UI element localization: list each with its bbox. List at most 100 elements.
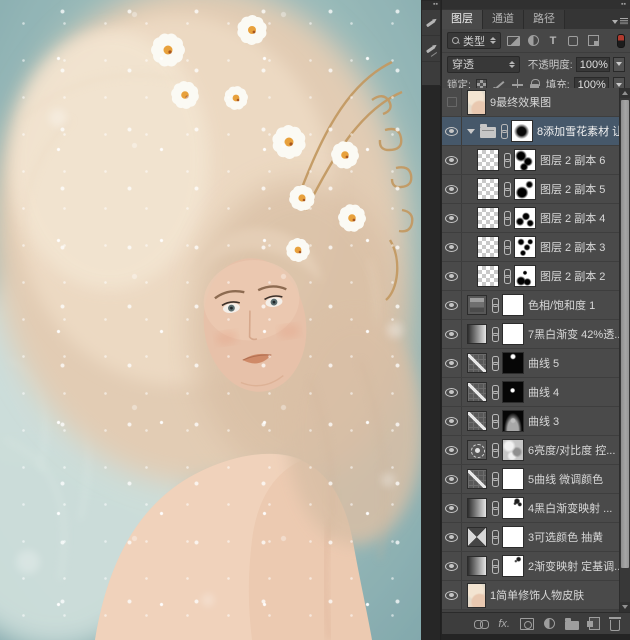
adjustment-layer-filter-icon[interactable] xyxy=(525,33,541,49)
brush-presets-icon[interactable] xyxy=(422,10,440,36)
layer-thumbnail[interactable] xyxy=(467,498,487,518)
mask-link-icon[interactable] xyxy=(491,443,498,457)
scrollbar-thumb[interactable] xyxy=(621,100,629,568)
layer-name[interactable]: 9最终效果图 xyxy=(490,94,551,110)
filter-type-dropdown[interactable]: 类型 xyxy=(447,32,501,49)
shape-layer-filter-icon[interactable] xyxy=(565,33,581,49)
layer-name[interactable]: 图层 2 副本 3 xyxy=(540,239,605,255)
layer-row[interactable]: 5曲线 微调颜色 xyxy=(442,465,630,494)
brush-settings-icon[interactable] xyxy=(422,36,440,62)
visibility-toggle[interactable] xyxy=(442,494,462,522)
layer-name[interactable]: 图层 2 副本 4 xyxy=(540,210,605,226)
layer-thumbnail[interactable] xyxy=(467,324,487,344)
layer-thumbnail[interactable] xyxy=(467,382,487,402)
blend-mode-dropdown[interactable]: 穿透 xyxy=(447,56,520,73)
layer-mask-thumbnail[interactable] xyxy=(502,323,524,345)
layer-mask-thumbnail[interactable] xyxy=(502,294,524,316)
opacity-value[interactable]: 100% xyxy=(576,57,611,72)
layer-mask-thumbnail[interactable] xyxy=(514,178,536,200)
mask-link-icon[interactable] xyxy=(491,298,498,312)
layer-name[interactable]: 4黑白渐变映射 ... xyxy=(528,500,612,516)
layer-thumbnail[interactable] xyxy=(480,127,496,138)
link-layers-icon[interactable] xyxy=(474,616,488,632)
layer-name[interactable]: 2渐变映射 定基调... xyxy=(528,558,623,574)
layer-thumbnail[interactable] xyxy=(467,556,487,576)
layer-row[interactable]: 2渐变映射 定基调... xyxy=(442,552,630,581)
pixel-layer-filter-icon[interactable] xyxy=(505,33,521,49)
layer-thumbnail[interactable] xyxy=(477,207,499,229)
visibility-toggle[interactable] xyxy=(442,349,462,377)
mask-link-icon[interactable] xyxy=(491,559,498,573)
layer-row[interactable]: 曲线 5 xyxy=(442,349,630,378)
layer-name[interactable]: 曲线 4 xyxy=(528,384,559,400)
tab-channels[interactable]: 通道 xyxy=(483,10,524,29)
layer-mask-thumbnail[interactable] xyxy=(511,120,533,142)
dock-collapse-button[interactable]: ▪▪ xyxy=(621,1,626,8)
layer-name[interactable]: 图层 2 副本 5 xyxy=(540,181,605,197)
delete-layer-icon[interactable] xyxy=(610,616,620,632)
layer-thumbnail[interactable] xyxy=(467,353,487,373)
layer-mask-thumbnail[interactable] xyxy=(514,236,536,258)
layer-name[interactable]: 3可选颜色 抽黄 xyxy=(528,529,603,545)
layer-row[interactable]: 图层 2 副本 5 xyxy=(442,175,630,204)
layer-row[interactable]: 色相/饱和度 1 xyxy=(442,291,630,320)
visibility-toggle[interactable] xyxy=(442,291,462,319)
mask-link-icon[interactable] xyxy=(503,182,510,196)
layer-name[interactable]: 曲线 3 xyxy=(528,413,559,429)
mini-dock-collapse-button[interactable]: ▪▪ xyxy=(422,1,440,10)
visibility-toggle[interactable] xyxy=(442,465,462,493)
visibility-toggle[interactable] xyxy=(442,378,462,406)
layer-name[interactable]: 色相/饱和度 1 xyxy=(528,297,595,313)
layer-row[interactable]: 7黑白渐变 42%透... xyxy=(442,320,630,349)
visibility-toggle[interactable] xyxy=(442,320,462,348)
layer-style-icon[interactable]: fx. xyxy=(498,616,510,632)
mask-link-icon[interactable] xyxy=(491,385,498,399)
layer-mask-thumbnail[interactable] xyxy=(502,439,524,461)
layer-row[interactable]: 图层 2 副本 4 xyxy=(442,204,630,233)
visibility-toggle[interactable] xyxy=(442,262,462,290)
layer-thumbnail[interactable] xyxy=(467,295,487,315)
layer-thumbnail[interactable] xyxy=(477,149,499,171)
new-layer-icon[interactable] xyxy=(589,616,600,632)
visibility-toggle[interactable] xyxy=(442,204,462,232)
mask-link-icon[interactable] xyxy=(503,153,510,167)
layer-row[interactable]: 图层 2 副本 2 xyxy=(442,262,630,291)
layer-name[interactable]: 图层 2 副本 2 xyxy=(540,268,605,284)
layer-name[interactable]: 6亮度/对比度 控... xyxy=(528,442,615,458)
layer-row[interactable]: 8添加雪花素材 让... xyxy=(442,117,630,146)
type-layer-filter-icon[interactable]: T xyxy=(545,33,561,49)
tab-paths[interactable]: 路径 xyxy=(524,10,565,29)
visibility-toggle[interactable] xyxy=(442,88,462,116)
layer-name[interactable]: 5曲线 微调颜色 xyxy=(528,471,603,487)
scroll-up-arrow[interactable] xyxy=(620,88,630,98)
layer-thumbnail[interactable] xyxy=(467,440,487,460)
layer-row[interactable]: 图层 2 副本 6 xyxy=(442,146,630,175)
visibility-toggle[interactable] xyxy=(442,175,462,203)
layer-filter-toggle[interactable] xyxy=(617,34,625,48)
new-group-icon[interactable] xyxy=(565,616,579,632)
mask-link-icon[interactable] xyxy=(500,124,507,138)
layer-mask-thumbnail[interactable] xyxy=(502,468,524,490)
mask-link-icon[interactable] xyxy=(491,414,498,428)
layer-row[interactable]: 曲线 3 xyxy=(442,407,630,436)
layer-row[interactable]: 1简单修饰人物皮肤 xyxy=(442,581,630,610)
layer-thumbnail[interactable] xyxy=(467,583,486,608)
mask-link-icon[interactable] xyxy=(503,269,510,283)
expand-caret-icon[interactable] xyxy=(467,129,475,134)
layer-name[interactable]: 8添加雪花素材 让... xyxy=(537,123,630,139)
visibility-toggle[interactable] xyxy=(442,523,462,551)
new-adjustment-layer-icon[interactable] xyxy=(544,616,555,632)
layer-row[interactable]: 图层 2 副本 3 xyxy=(442,233,630,262)
layer-thumbnail[interactable] xyxy=(467,469,487,489)
layer-mask-thumbnail[interactable] xyxy=(514,265,536,287)
layer-name[interactable]: 图层 2 副本 6 xyxy=(540,152,605,168)
mask-link-icon[interactable] xyxy=(491,501,498,515)
mask-link-icon[interactable] xyxy=(503,240,510,254)
layer-row[interactable]: 4黑白渐变映射 ... xyxy=(442,494,630,523)
layer-row[interactable]: 6亮度/对比度 控... xyxy=(442,436,630,465)
layer-mask-thumbnail[interactable] xyxy=(502,381,524,403)
layer-mask-thumbnail[interactable] xyxy=(514,207,536,229)
mask-link-icon[interactable] xyxy=(491,472,498,486)
tab-layers[interactable]: 图层 xyxy=(442,10,483,29)
layer-mask-thumbnail[interactable] xyxy=(502,555,524,577)
